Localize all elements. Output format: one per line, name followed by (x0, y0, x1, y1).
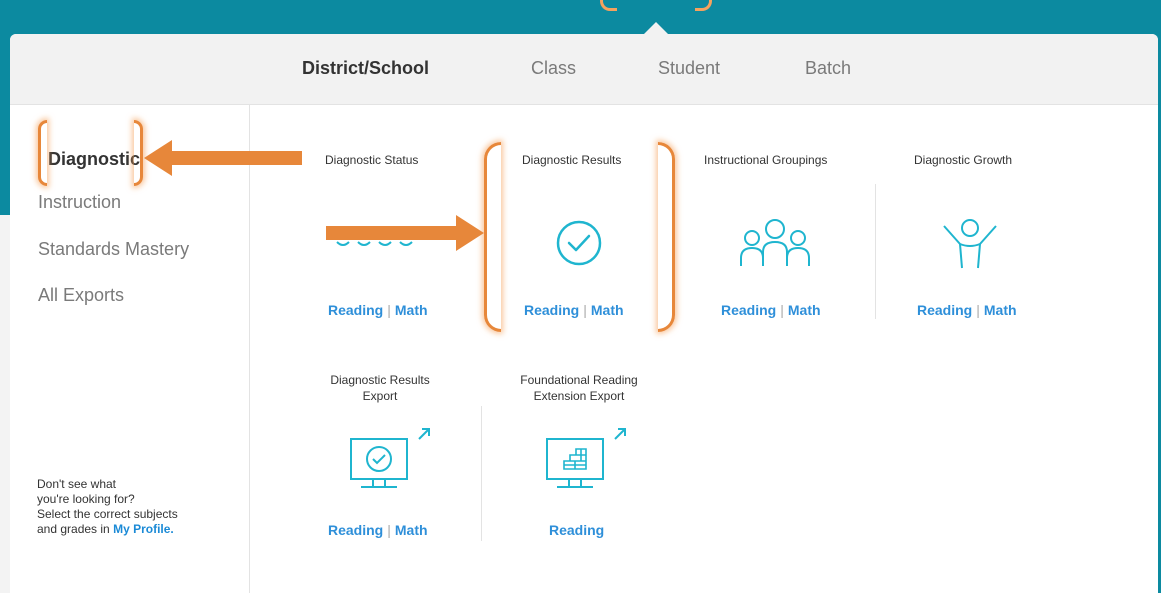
annotation-bracket-top-left (600, 0, 617, 11)
my-profile-link[interactable]: My Profile. (113, 522, 174, 536)
annotation-bracket-top-right (695, 0, 712, 11)
report-title-line: Extension Export (533, 389, 625, 403)
divider (481, 406, 482, 541)
help-text-label: and grades in (37, 522, 110, 536)
sidebar-item-standards-mastery[interactable]: Standards Mastery (38, 239, 189, 260)
links-diagnostic-status: Reading | Math (328, 302, 428, 318)
report-title-diagnostic-growth: Diagnostic Growth (914, 153, 1013, 167)
tab-student[interactable]: Student (658, 58, 720, 79)
links-diagnostic-results-export: Reading | Math (328, 522, 428, 538)
people-group-icon[interactable] (738, 218, 812, 270)
help-text-line: Select the correct subjects (37, 507, 178, 521)
tab-class[interactable]: Class (531, 58, 576, 79)
math-link[interactable]: Math (395, 302, 428, 318)
report-title-instructional-groupings: Instructional Groupings (704, 153, 828, 167)
monitor-check-export-icon[interactable] (348, 427, 438, 495)
report-title-line: Foundational Reading (520, 373, 638, 387)
reading-link[interactable]: Reading (524, 302, 579, 318)
tab-district-school[interactable]: District/School (302, 58, 429, 79)
divider (875, 184, 876, 319)
links-foundational-reading-export: Reading (549, 522, 604, 538)
sidebar-item-instruction[interactable]: Instruction (38, 192, 121, 213)
separator: | (387, 522, 391, 538)
background-strip (0, 215, 10, 593)
separator: | (780, 302, 784, 318)
report-title-diagnostic-status: Diagnostic Status (325, 153, 419, 167)
math-link[interactable]: Math (788, 302, 821, 318)
help-text: Don't see what you're looking for? Selec… (37, 477, 237, 537)
annotation-arrow-left (144, 140, 302, 176)
math-link[interactable]: Math (395, 522, 428, 538)
report-title-diagnostic-results: Diagnostic Results (522, 153, 622, 167)
tab-bar: District/School Class Student Batch (10, 34, 1158, 105)
menu-pointer-caret (644, 22, 668, 34)
person-arms-up-icon[interactable] (940, 218, 1000, 270)
reports-menu-panel: District/School Class Student Batch Diag… (10, 34, 1158, 593)
reading-link[interactable]: Reading (917, 302, 972, 318)
reading-link[interactable]: Reading (328, 522, 383, 538)
sidebar-item-diagnostic[interactable]: Diagnostic (48, 149, 140, 170)
reading-link[interactable]: Reading (549, 522, 604, 538)
separator: | (387, 302, 391, 318)
checkmark-circle-icon[interactable] (555, 219, 603, 267)
sidebar-item-all-exports[interactable]: All Exports (38, 285, 124, 306)
help-text-line: and grades in My Profile. (37, 522, 237, 537)
links-instructional-groupings: Reading | Math (721, 302, 821, 318)
monitor-blocks-export-icon[interactable] (544, 427, 634, 495)
report-title-diagnostic-results-export: Diagnostic Results Export (325, 372, 435, 404)
annotation-bracket-right (658, 142, 675, 332)
separator: | (583, 302, 587, 318)
annotation-bracket-left (484, 142, 501, 332)
separator: | (976, 302, 980, 318)
math-link[interactable]: Math (984, 302, 1017, 318)
annotation-bracket-right (134, 120, 143, 186)
links-diagnostic-growth: Reading | Math (917, 302, 1017, 318)
report-title-line: Diagnostic Results (330, 373, 430, 387)
annotation-bracket-left (38, 120, 47, 186)
tab-batch[interactable]: Batch (805, 58, 851, 79)
reading-link[interactable]: Reading (328, 302, 383, 318)
help-text-line: Don't see what (37, 477, 117, 491)
annotation-arrow-right (326, 215, 484, 251)
help-text-line: you're looking for? (37, 492, 135, 506)
links-diagnostic-results: Reading | Math (524, 302, 624, 318)
math-link[interactable]: Math (591, 302, 624, 318)
report-title-foundational-reading-export: Foundational Reading Extension Export (509, 372, 649, 404)
reading-link[interactable]: Reading (721, 302, 776, 318)
report-title-line: Export (362, 389, 398, 403)
